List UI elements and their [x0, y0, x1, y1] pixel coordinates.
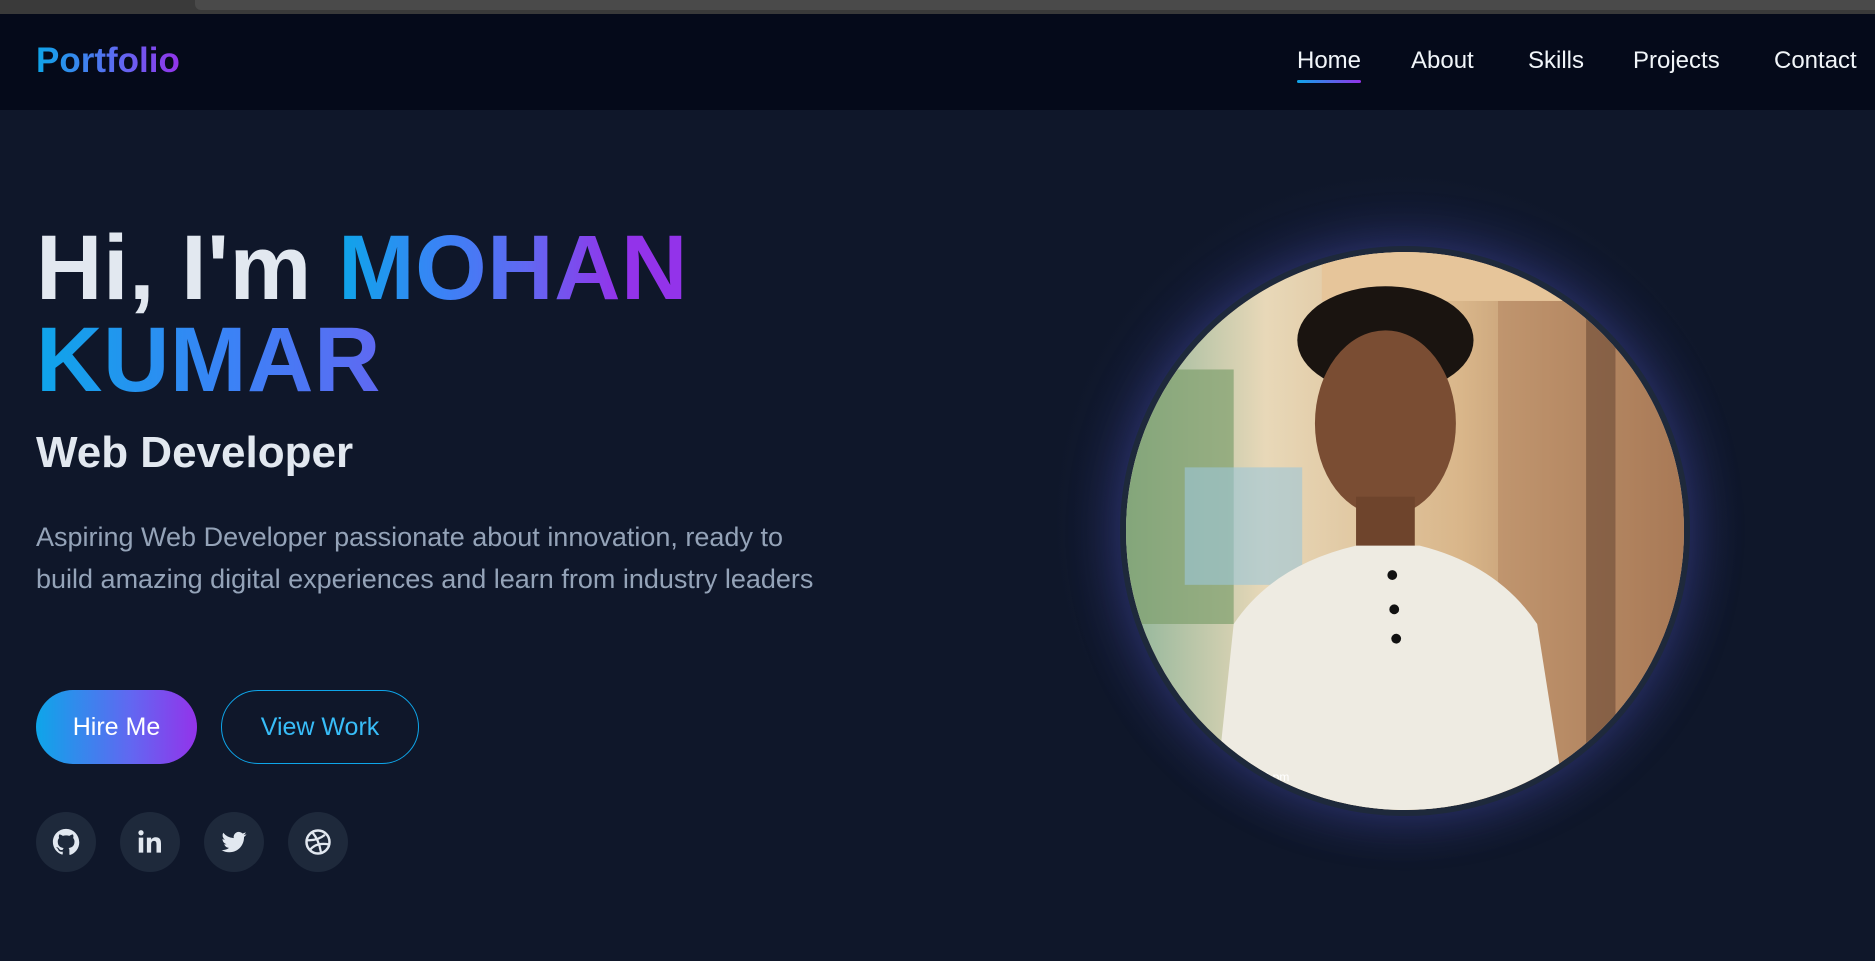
browser-top-strip-inner — [195, 0, 1875, 10]
nav-item-contact[interactable]: Contact — [1774, 47, 1857, 75]
site-header: Portfolio Home About Skills Projects Con… — [0, 14, 1875, 110]
hire-me-button[interactable]: Hire Me — [36, 690, 197, 764]
github-link[interactable] — [36, 812, 96, 872]
profile-photo-illustration — [1126, 252, 1684, 810]
linkedin-link[interactable] — [120, 812, 180, 872]
photo-timestamp: 12 pm — [1256, 770, 1290, 784]
hero-title: Hi, I'm MOHAN KUMAR — [36, 222, 688, 406]
nav-item-home[interactable]: Home — [1297, 47, 1362, 83]
twitter-link[interactable] — [204, 812, 264, 872]
hero-greeting: Hi, I'm — [36, 217, 312, 319]
dribbble-icon — [305, 829, 331, 855]
social-links — [36, 812, 356, 872]
hero-description: Aspiring Web Developer passionate about … — [36, 522, 814, 594]
github-icon — [52, 828, 80, 855]
linkedin-icon — [138, 830, 161, 853]
browser-top-strip — [0, 0, 1875, 14]
view-work-button[interactable]: View Work — [221, 690, 419, 764]
nav-item-about[interactable]: About — [1411, 47, 1474, 75]
twitter-icon — [221, 831, 247, 853]
profile-photo: 12 pm — [1120, 246, 1690, 816]
dribbble-link[interactable] — [288, 812, 348, 872]
hero-last-name: KUMAR — [36, 314, 688, 406]
main-nav: Home About Skills Projects Contact — [0, 47, 1875, 87]
nav-item-skills[interactable]: Skills — [1528, 47, 1584, 75]
hero-first-name: MOHAN — [337, 217, 688, 319]
nav-item-projects[interactable]: Projects — [1633, 47, 1720, 75]
hero-role: Web Developer — [36, 428, 354, 477]
